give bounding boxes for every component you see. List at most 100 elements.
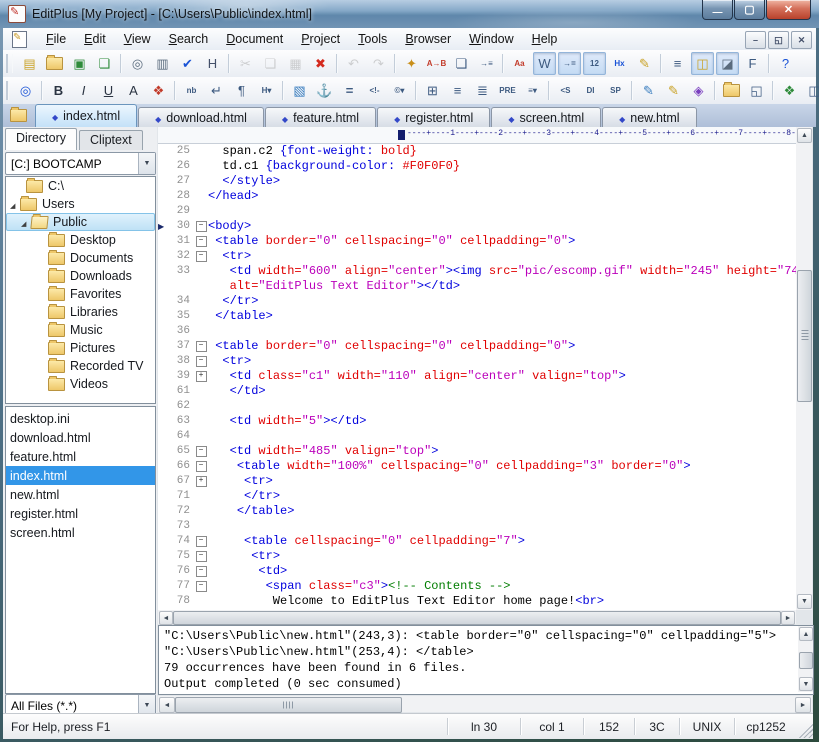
menu-document[interactable]: Document xyxy=(217,29,292,49)
menu-view[interactable]: View xyxy=(115,29,160,49)
tab-feature.html[interactable]: feature.html xyxy=(265,107,376,127)
underline-icon[interactable]: U xyxy=(97,79,120,102)
fold-collapse-icon[interactable]: − xyxy=(196,461,207,472)
directory-window-icon[interactable]: ◫ xyxy=(691,52,714,75)
file-list[interactable]: desktop.inidownload.htmlfeature.htmlinde… xyxy=(5,406,156,694)
fold-collapse-icon[interactable]: − xyxy=(196,356,207,367)
fold-collapse-icon[interactable]: − xyxy=(196,236,207,247)
scroll-up-icon[interactable] xyxy=(797,128,812,143)
fold-collapse-icon[interactable]: − xyxy=(196,536,207,547)
strikethrough-icon[interactable]: <S xyxy=(554,79,577,102)
span-tag-icon[interactable]: SP xyxy=(604,79,627,102)
output-window[interactable]: "C:\Users\Public\new.html"(243,3): <tabl… xyxy=(158,625,814,695)
auto-indent-icon[interactable]: →= xyxy=(558,52,581,75)
scroll-left-icon[interactable] xyxy=(159,611,173,625)
bold-icon[interactable]: B xyxy=(47,79,70,102)
open-file-icon[interactable] xyxy=(43,52,66,75)
file-item-screen-html[interactable]: screen.html xyxy=(6,523,155,542)
form-icon[interactable]: ✎ xyxy=(637,79,660,102)
preformatted-icon[interactable]: PRE xyxy=(496,79,519,102)
menu-tools[interactable]: Tools xyxy=(349,29,396,49)
script-icon[interactable]: ✎ xyxy=(662,79,685,102)
fold-collapse-icon[interactable]: − xyxy=(196,551,207,562)
resize-grip[interactable] xyxy=(797,722,813,738)
menu-search[interactable]: Search xyxy=(160,29,218,49)
font-icon[interactable]: A xyxy=(122,79,145,102)
tree-item-recordedtv[interactable]: Recorded TV xyxy=(6,357,155,375)
anchor-icon[interactable]: ⚓ xyxy=(313,79,336,102)
delete-icon[interactable]: ✖ xyxy=(309,52,332,75)
tree-item-pictures[interactable]: Pictures xyxy=(6,339,155,357)
editor-hscroll-thumb[interactable] xyxy=(173,611,781,625)
document-template-icon[interactable]: H xyxy=(201,52,224,75)
tree-item-users[interactable]: Users xyxy=(6,195,155,213)
fold-collapse-icon[interactable]: − xyxy=(196,251,207,262)
fold-collapse-icon[interactable]: − xyxy=(196,221,207,232)
paragraph-icon[interactable]: ¶ xyxy=(230,79,253,102)
editor-hscrollbar[interactable] xyxy=(158,610,796,624)
output-vscrollbar[interactable] xyxy=(798,626,813,692)
context-help-icon[interactable]: ? xyxy=(774,52,797,75)
fold-expand-icon[interactable]: + xyxy=(196,476,207,487)
document-properties-icon[interactable]: ✎ xyxy=(633,52,656,75)
menu-file[interactable]: File xyxy=(37,29,75,49)
italic-icon[interactable]: I xyxy=(72,79,95,102)
title-bar[interactable]: EditPlus [My Project] - [C:\Users\Public… xyxy=(0,0,819,28)
toolbar-grip[interactable] xyxy=(6,54,13,73)
new-document-icon[interactable]: ▤ xyxy=(18,52,41,75)
panel-tab-directory[interactable]: Directory xyxy=(5,128,77,150)
goto-line-icon[interactable]: →≡ xyxy=(475,52,498,75)
mdi-restore-button[interactable] xyxy=(768,31,789,49)
comment-icon[interactable]: <!- xyxy=(363,79,386,102)
save-icon[interactable]: ▣ xyxy=(68,52,91,75)
mdi-close-button[interactable] xyxy=(791,31,812,49)
output-vscroll-thumb[interactable] xyxy=(799,652,813,669)
image-icon[interactable]: ▧ xyxy=(288,79,311,102)
nbsp-icon[interactable]: nb xyxy=(180,79,203,102)
view-in-browser-icon[interactable] xyxy=(720,79,743,102)
scroll-down-icon[interactable] xyxy=(797,594,812,609)
fold-collapse-icon[interactable]: − xyxy=(196,566,207,577)
tree-item-music[interactable]: Music xyxy=(6,321,155,339)
editor-vscroll-thumb[interactable] xyxy=(797,270,812,402)
tree-item-videos[interactable]: Videos xyxy=(6,375,155,393)
tree-item-favorites[interactable]: Favorites xyxy=(6,285,155,303)
document-icon[interactable] xyxy=(12,31,27,48)
line-numbers-icon[interactable]: 12 xyxy=(583,52,606,75)
menu-help[interactable]: Help xyxy=(523,29,567,49)
file-item-desktop-ini[interactable]: desktop.ini xyxy=(6,409,155,428)
table-icon[interactable]: ⊞ xyxy=(421,79,444,102)
minimize-button[interactable] xyxy=(702,0,733,20)
menu-project[interactable]: Project xyxy=(292,29,349,49)
tab-index.html[interactable]: index.html xyxy=(35,104,137,127)
tree-item-desktop[interactable]: Desktop xyxy=(6,231,155,249)
fold-expand-icon[interactable]: + xyxy=(196,371,207,382)
menu-browser[interactable]: Browser xyxy=(396,29,460,49)
print-preview-icon[interactable]: ◎ xyxy=(126,52,149,75)
editor-vscrollbar[interactable] xyxy=(796,127,812,610)
scroll-right-icon[interactable] xyxy=(781,611,795,625)
align-right-icon[interactable]: ≣ xyxy=(471,79,494,102)
div-tag-icon[interactable]: DI xyxy=(579,79,602,102)
fold-collapse-icon[interactable]: − xyxy=(196,341,207,352)
menu-window[interactable]: Window xyxy=(460,29,522,49)
file-item-feature-html[interactable]: feature.html xyxy=(6,447,155,466)
file-item-register-html[interactable]: register.html xyxy=(6,504,155,523)
expander-icon[interactable] xyxy=(10,197,20,211)
tree-item-downloads[interactable]: Downloads xyxy=(6,267,155,285)
file-item-index-html[interactable]: index.html xyxy=(6,466,155,485)
scroll-down-icon[interactable] xyxy=(799,677,813,691)
file-item-download-html[interactable]: download.html xyxy=(6,428,155,447)
maximize-button[interactable] xyxy=(734,0,765,20)
output-window-icon[interactable]: ◪ xyxy=(716,52,739,75)
browser-preview-icon[interactable]: ◎ xyxy=(14,79,37,102)
word-wrap-icon[interactable]: W xyxy=(533,52,556,75)
change-case-icon[interactable]: Aa xyxy=(508,52,531,75)
mdi-minimize-button[interactable] xyxy=(745,31,766,49)
horizontal-rule-icon[interactable]: = xyxy=(338,79,361,102)
tree-item-public[interactable]: Public xyxy=(6,213,155,231)
chevron-down-icon[interactable] xyxy=(138,153,155,174)
tree-item-libraries[interactable]: Libraries xyxy=(6,303,155,321)
tab-list-button[interactable] xyxy=(7,106,29,125)
tab-register.html[interactable]: register.html xyxy=(377,107,490,127)
